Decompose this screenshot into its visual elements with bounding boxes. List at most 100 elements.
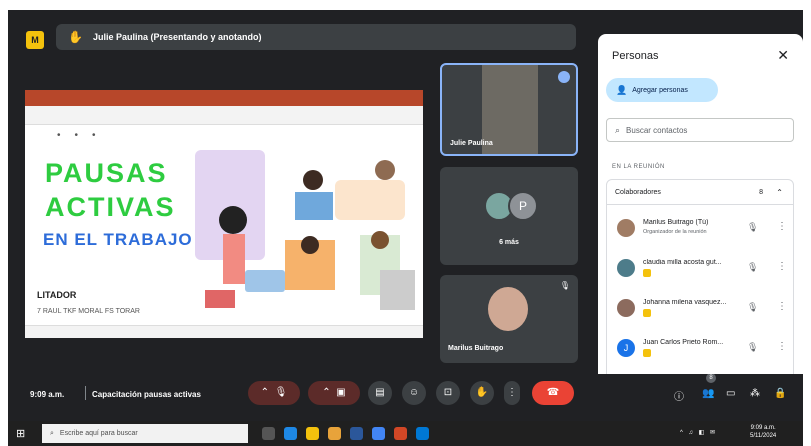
meet-window: M ✋ Julie Paulina (Presentando y anotand… [8, 10, 803, 421]
raise-hand-button[interactable]: ✋ [470, 381, 494, 405]
participant-row[interactable]: Marilus Buitrago (Tú) Organizador de la r… [607, 209, 793, 247]
hand-raised-icon [643, 349, 651, 357]
edge-icon[interactable] [284, 427, 297, 440]
mic-toggle-button[interactable]: ⌃ 🎙 [248, 381, 300, 405]
add-people-label: Agregar personas [632, 86, 688, 94]
presenting-label: Julie Paulina (Presentando y anotando) [92, 32, 262, 42]
search-placeholder: Buscar contactos [626, 125, 688, 135]
clock-time: 9:09 a.m. [750, 425, 776, 431]
mic-off-icon[interactable]: 🎙 [747, 302, 758, 313]
slide-dots: ••• [57, 130, 110, 141]
call-end-icon: ☎ [546, 387, 560, 398]
more-participants-label: 6 más [499, 239, 519, 246]
avatar: J [617, 339, 635, 357]
file-explorer-icon[interactable] [328, 427, 341, 440]
participant-name: Marilus Buitrago (Tú) [643, 219, 709, 226]
host-controls-icon[interactable]: 🔒 [774, 388, 786, 399]
powerpoint-icon[interactable] [394, 427, 407, 440]
taskbar-clock[interactable]: 9:09 a.m. 5/11/2024 [750, 424, 776, 440]
chevron-up-icon: ⌃ [776, 187, 783, 197]
emoji-icon: ☺ [408, 387, 420, 398]
more-vert-icon[interactable]: ⋮ [777, 301, 787, 312]
activities-icon[interactable]: ⁂ [750, 388, 760, 399]
divider [85, 386, 86, 400]
task-view-icon[interactable] [262, 427, 275, 440]
search-icon: ⌕ [615, 124, 621, 135]
camera-toggle-button[interactable]: ⌃ ▣ [308, 381, 360, 405]
info-icon[interactable]: ⓘ [674, 388, 684, 403]
windows-start-icon[interactable]: ⊞ [16, 427, 25, 440]
captions-icon: ▤ [375, 387, 385, 398]
mic-off-icon: 🎙 [559, 281, 570, 290]
hand-raised-icon [643, 269, 651, 277]
people-panel: Personas ✕ 👤 Agregar personas ⌕ Buscar c… [598, 34, 803, 374]
leave-call-button[interactable]: ☎ [532, 381, 574, 405]
avatar [488, 287, 528, 331]
avatar: P [508, 191, 538, 221]
speaking-indicator-icon [558, 71, 570, 83]
clock-date: 5/11/2024 [750, 433, 777, 439]
mic-off-icon[interactable]: 🎙 [747, 262, 758, 273]
ppt-toolbar [25, 106, 423, 125]
system-tray[interactable]: ^ ♫ ◧ ✉ [680, 429, 717, 436]
slide-title-line2: ACTIVAS [45, 192, 176, 222]
chevron-up-icon: ⌃ [322, 387, 331, 398]
participant-tile-julie[interactable]: Julie Paulina [440, 63, 578, 156]
camera-off-icon: ▣ [336, 387, 346, 398]
more-vert-icon[interactable]: ⋮ [777, 221, 787, 232]
close-icon[interactable]: ✕ [777, 47, 789, 64]
people-icon[interactable]: 👥 [702, 388, 714, 399]
participant-name: Juan Carlos Prieto Rom... [643, 339, 724, 346]
taskbar-search-input[interactable]: ⌕ Escribe aquí para buscar [42, 424, 248, 443]
more-vert-icon[interactable]: ⋮ [777, 341, 787, 352]
mic-off-icon[interactable]: 🎙 [747, 342, 758, 353]
more-vert-icon: ⋮ [507, 387, 517, 398]
present-screen-icon: ⊡ [443, 387, 453, 398]
mic-off-icon[interactable]: 🎙 [747, 222, 758, 233]
chrome-icon[interactable] [306, 427, 319, 440]
hand-raised-icon [643, 309, 651, 317]
meet-logo: M [26, 31, 44, 49]
slide-text-1: LITADOR [37, 290, 77, 300]
participant-role: Organizador de la reunión [643, 229, 707, 235]
add-people-button[interactable]: 👤 Agregar personas [606, 78, 718, 102]
slide-subtitle: EN EL TRABAJO [43, 230, 193, 249]
hand-icon: ✋ [475, 387, 489, 398]
more-options-button[interactable]: ⋮ [504, 381, 520, 405]
captions-button[interactable]: ▤ [368, 381, 392, 405]
outlook-icon[interactable] [416, 427, 429, 440]
windows-taskbar: ⊞ ⌕ Escribe aquí para buscar ^ ♫ ◧ ✉ 9:0… [8, 421, 803, 446]
app-icon[interactable] [372, 427, 385, 440]
avatar [617, 299, 635, 317]
reactions-button[interactable]: ☺ [402, 381, 426, 405]
more-vert-icon[interactable]: ⋮ [777, 261, 787, 272]
word-icon[interactable] [350, 427, 363, 440]
chevron-up-icon: ⌃ [260, 387, 270, 398]
slide-text-2: 7 RAUL TKF MORAL FS TORAR [37, 308, 140, 315]
mic-off-icon: 🎙 [274, 387, 288, 398]
participant-row[interactable]: claudia milla acosta gut... 🎙 ⋮ [607, 249, 793, 287]
section-heading: EN LA REUNIÓN [612, 164, 665, 170]
group-count: 8 [759, 188, 763, 196]
participant-tile-others[interactable]: P 6 más [440, 167, 578, 265]
present-button[interactable]: ⊡ [436, 381, 460, 405]
collaborators-group-header[interactable]: Colaboradores 8 ⌃ [606, 179, 794, 205]
participant-row[interactable]: Johanna milena vasquez... 🎙 ⋮ [607, 289, 793, 327]
people-count-badge: 8 [706, 373, 716, 383]
presenter-hand-icon: ✋ [68, 30, 83, 44]
search-icon: ⌕ [50, 429, 54, 437]
participant-list: Marilus Buitrago (Tú) Organizador de la r… [606, 205, 794, 374]
search-contacts-input[interactable]: ⌕ Buscar contactos [606, 118, 794, 142]
meeting-time: 9:09 a.m. [30, 390, 65, 399]
ppt-statusbar [25, 325, 423, 338]
chat-icon[interactable]: ▭ [726, 388, 735, 399]
participant-name: Marilus Buitrago [448, 345, 504, 352]
slide-illustration [195, 150, 415, 310]
slide-title-line1: PAUSAS [45, 158, 168, 188]
participant-name: Johanna milena vasquez... [643, 299, 727, 306]
participant-name: Julie Paulina [450, 140, 493, 147]
add-person-icon: 👤 [616, 84, 628, 95]
participant-row[interactable]: J Juan Carlos Prieto Rom... 🎙 ⋮ [607, 329, 793, 367]
participant-tile-marilus[interactable]: 🎙 Marilus Buitrago [440, 275, 578, 363]
meeting-title: Capacitación pausas activas [92, 390, 201, 399]
